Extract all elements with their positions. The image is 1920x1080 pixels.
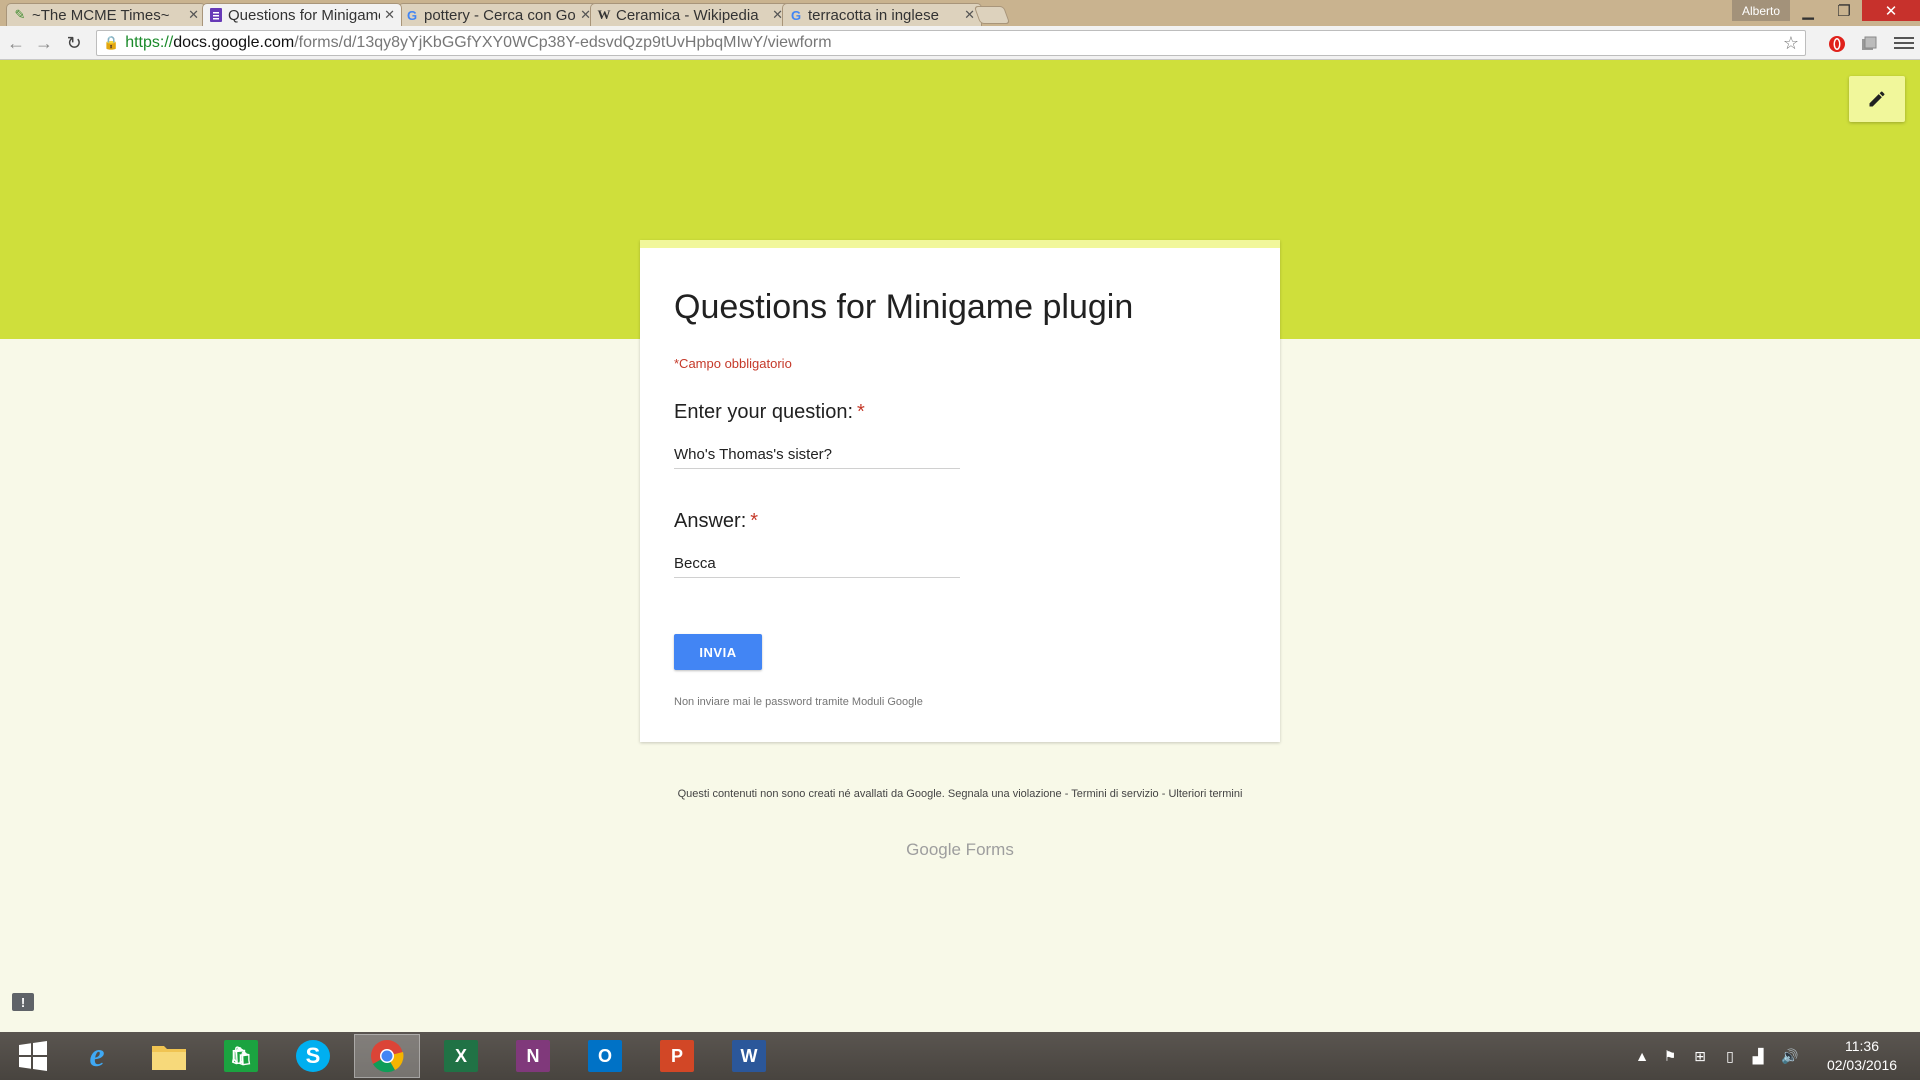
edit-form-button[interactable] bbox=[1849, 76, 1905, 122]
password-warning: Non inviare mai le password tramite Modu… bbox=[674, 696, 923, 708]
question-label-text: Enter your question: bbox=[674, 401, 853, 423]
profile-button[interactable]: Alberto bbox=[1732, 0, 1791, 21]
browser-toolbar: ← → ↻ 🔒 https://docs.google.com/forms/d/… bbox=[0, 26, 1920, 60]
show-hidden-icons-icon[interactable]: ▲ bbox=[1634, 1046, 1650, 1066]
onenote-icon[interactable]: N bbox=[500, 1034, 566, 1078]
new-tab-button[interactable] bbox=[973, 6, 1011, 24]
skype-icon[interactable]: S bbox=[280, 1034, 346, 1078]
footer-disclaimer: Questi contenuti non sono creati né aval… bbox=[672, 788, 1248, 801]
minimize-button[interactable]: ▁ bbox=[1790, 0, 1826, 21]
tab-title: pottery - Cerca con Google bbox=[424, 6, 576, 24]
submit-button[interactable]: INVIA bbox=[674, 634, 762, 670]
taskbar-clock[interactable]: 11:36 02/03/2016 bbox=[1812, 1037, 1912, 1075]
windows-tray-icon[interactable]: ⊞ bbox=[1690, 1046, 1710, 1066]
question-label-answer: Answer: * bbox=[674, 510, 758, 533]
back-arrow-icon[interactable]: ← bbox=[4, 31, 28, 55]
store-icon[interactable]: 🛍 bbox=[208, 1034, 274, 1078]
form-page: Questions for Minigame plugin *Campo obb… bbox=[0, 60, 1920, 1032]
file-explorer-icon[interactable] bbox=[136, 1034, 202, 1078]
google-favicon-icon: G bbox=[406, 7, 418, 23]
internet-explorer-icon[interactable]: e bbox=[64, 1034, 130, 1078]
clock-date: 02/03/2016 bbox=[1826, 1057, 1898, 1073]
address-bar[interactable]: 🔒 https://docs.google.com/forms/d/13qy8y… bbox=[96, 30, 1806, 56]
separator: - bbox=[1061, 788, 1072, 800]
form-card: Questions for Minigame plugin *Campo obb… bbox=[640, 240, 1280, 742]
browser-tab-strip: ✎ ~The MCME Times~ ✕ Questions for Minig… bbox=[0, 0, 1920, 26]
action-center-flag-icon[interactable]: ⚑ bbox=[1660, 1046, 1680, 1066]
excel-icon[interactable]: X bbox=[428, 1034, 494, 1078]
additional-terms-link[interactable]: Ulteriori termini bbox=[1168, 788, 1242, 800]
tab-questions-form[interactable]: Questions for Minigame plugin ✕ bbox=[202, 3, 402, 26]
word-icon[interactable]: W bbox=[716, 1034, 782, 1078]
report-abuse-link[interactable]: Segnala una violazione bbox=[948, 788, 1062, 800]
required-asterisk: * bbox=[750, 510, 759, 532]
question-label-text: Answer: bbox=[674, 510, 747, 532]
reload-icon[interactable]: ↻ bbox=[62, 31, 86, 55]
answer-input[interactable] bbox=[674, 550, 960, 578]
google-forms-logo[interactable]: Google Forms bbox=[0, 840, 1920, 860]
forward-arrow-icon[interactable]: → bbox=[32, 31, 56, 55]
google-forms-favicon-icon bbox=[209, 8, 223, 22]
restore-button[interactable]: ❐ bbox=[1826, 0, 1862, 21]
disclaimer-text: Questi contenuti non sono creati né aval… bbox=[677, 788, 945, 800]
required-field-note: *Campo obbligatorio bbox=[674, 356, 792, 371]
network-signal-icon[interactable]: ▟ bbox=[1748, 1046, 1768, 1066]
outlook-icon[interactable]: O bbox=[572, 1034, 638, 1078]
url-host: docs.google.com bbox=[173, 34, 295, 51]
required-asterisk: * bbox=[857, 401, 865, 423]
tab-pottery-search[interactable]: G pottery - Cerca con Google ✕ bbox=[398, 3, 598, 26]
tab-close-icon[interactable]: ✕ bbox=[964, 7, 975, 23]
opera-extension-icon[interactable] bbox=[1826, 33, 1848, 55]
wikipedia-favicon-icon: W bbox=[597, 7, 611, 22]
question-input[interactable] bbox=[674, 441, 960, 469]
windows-taskbar: e 🛍 S X N O P W ▲ ⚑ ⊞ ▯ ▟ 🔊 11:36 02/03/… bbox=[0, 1032, 1920, 1080]
google-favicon-icon: G bbox=[790, 7, 802, 23]
tab-mcme-times[interactable]: ✎ ~The MCME Times~ ✕ bbox=[6, 3, 206, 26]
close-window-button[interactable]: ✕ bbox=[1862, 0, 1920, 21]
volume-icon[interactable]: 🔊 bbox=[1780, 1046, 1800, 1066]
tab-title: terracotta in inglese bbox=[808, 6, 939, 24]
tab-title: Ceramica - Wikipedia bbox=[616, 6, 759, 24]
bookmark-star-icon[interactable]: ☆ bbox=[1783, 33, 1799, 54]
battery-icon[interactable]: ▯ bbox=[1720, 1046, 1740, 1066]
tab-close-icon[interactable]: ✕ bbox=[384, 7, 395, 23]
tab-ceramica-wikipedia[interactable]: W Ceramica - Wikipedia ✕ bbox=[590, 3, 790, 26]
form-title: Questions for Minigame plugin bbox=[674, 288, 1134, 326]
url-scheme: https:// bbox=[125, 34, 174, 51]
mcme-favicon-icon: ✎ bbox=[14, 7, 26, 22]
separator: - bbox=[1158, 788, 1169, 800]
tab-title: ~The MCME Times~ bbox=[32, 6, 170, 24]
chrome-menu-icon[interactable] bbox=[1894, 32, 1914, 54]
clock-time: 11:36 bbox=[1845, 1038, 1879, 1054]
question-label-enter-question: Enter your question: * bbox=[674, 401, 865, 424]
pencil-icon bbox=[1869, 91, 1885, 107]
tab-title: Questions for Minigame plugin bbox=[228, 6, 381, 24]
powerpoint-icon[interactable]: P bbox=[644, 1034, 710, 1078]
url-path: /forms/d/13qy8yYjKbGGfYXY0WCp38Y-edsvdQz… bbox=[294, 34, 832, 51]
windows-start-icon[interactable] bbox=[0, 1034, 66, 1078]
tab-close-icon[interactable]: ✕ bbox=[188, 7, 199, 23]
terms-of-service-link[interactable]: Termini di servizio bbox=[1071, 788, 1158, 800]
tab-terracotta-search[interactable]: G terracotta in inglese ✕ bbox=[782, 3, 982, 26]
lock-icon: 🔒 bbox=[103, 35, 120, 50]
feedback-icon[interactable]: ! bbox=[12, 993, 34, 1011]
extension-icon[interactable] bbox=[1858, 33, 1880, 55]
chrome-icon[interactable] bbox=[354, 1034, 420, 1078]
